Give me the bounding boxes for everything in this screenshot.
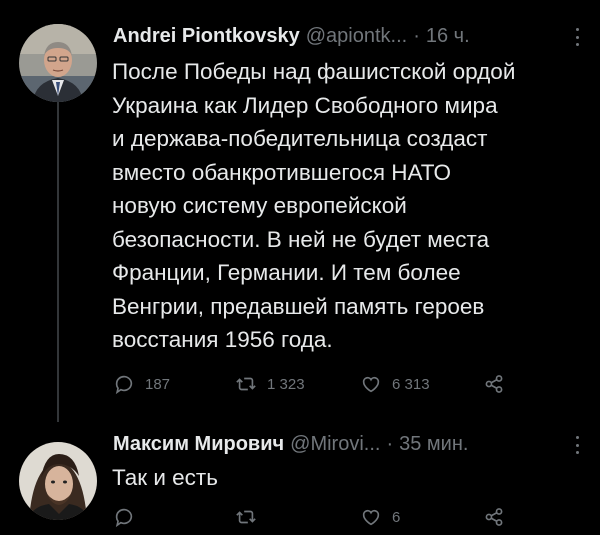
tweet-actions: 187 1 323 6 313 xyxy=(113,373,505,395)
like-button[interactable]: 6 xyxy=(360,506,483,528)
share-button[interactable] xyxy=(483,506,505,528)
author-handle[interactable]: @apiontk... xyxy=(306,23,407,49)
like-button[interactable]: 6 313 xyxy=(360,373,483,395)
tweet-text: Так и есть xyxy=(112,465,218,490)
tweet-header: Максим Мирович @Mirovi... · 35 мин. xyxy=(113,431,468,457)
like-count: 6 xyxy=(392,508,401,526)
retweet-count: 1 323 xyxy=(267,375,305,393)
heart-icon xyxy=(362,509,380,526)
reply-icon xyxy=(115,508,133,528)
tweet[interactable]: Максим Мирович @Mirovi... · 35 мин. Так … xyxy=(0,420,600,535)
separator-dot: · xyxy=(413,25,420,47)
tweet-text: После Победы над фашистской ордой Украин… xyxy=(112,59,516,352)
retweet-button[interactable]: 1 323 xyxy=(235,373,360,395)
retweet-icon xyxy=(236,377,256,391)
more-options-icon[interactable] xyxy=(576,28,580,46)
tweet-actions: 6 xyxy=(113,506,505,528)
avatar[interactable] xyxy=(19,24,97,102)
tweet[interactable]: Andrei Piontkovsky @apiontk... · 16 ч. П… xyxy=(0,0,600,420)
share-icon xyxy=(485,508,503,526)
avatar[interactable] xyxy=(19,442,97,520)
like-count: 6 313 xyxy=(392,375,430,393)
reply-button[interactable] xyxy=(113,506,235,528)
author-name[interactable]: Максим Мирович xyxy=(113,431,284,457)
heart-icon xyxy=(362,376,380,393)
author-name[interactable]: Andrei Piontkovsky xyxy=(113,23,300,49)
reply-button[interactable]: 187 xyxy=(113,373,235,395)
share-icon xyxy=(485,375,503,393)
tweet-header: Andrei Piontkovsky @apiontk... · 16 ч. xyxy=(113,23,470,49)
separator-dot: · xyxy=(386,433,394,455)
timestamp[interactable]: 16 ч. xyxy=(426,23,470,49)
reply-icon xyxy=(115,375,133,395)
author-handle[interactable]: @Mirovi... xyxy=(290,431,380,457)
timestamp[interactable]: 35 мин. xyxy=(399,431,468,457)
reply-count: 187 xyxy=(145,375,171,393)
retweet-button[interactable] xyxy=(235,506,360,528)
share-button[interactable] xyxy=(483,373,505,395)
more-options-icon[interactable] xyxy=(576,436,580,454)
retweet-icon xyxy=(236,510,256,524)
